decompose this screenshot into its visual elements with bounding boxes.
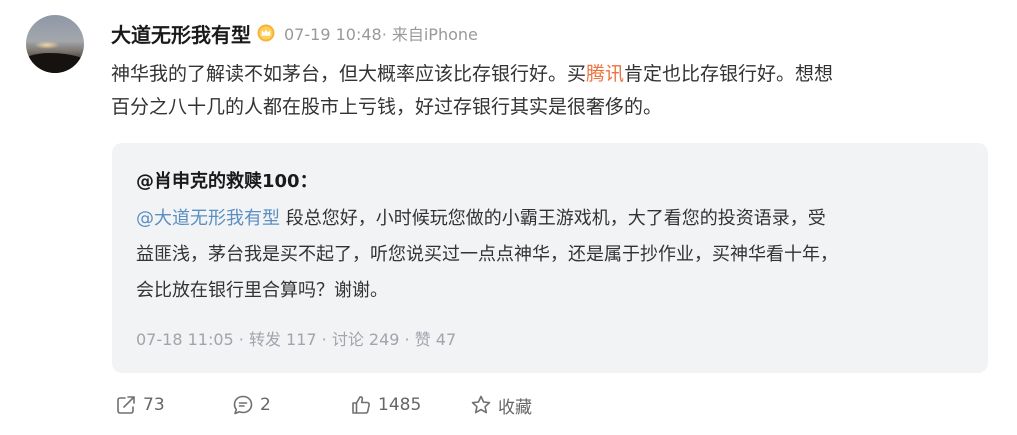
like-button[interactable]: 1485 — [350, 392, 421, 418]
username[interactable]: 大道无形我有型 — [111, 19, 251, 48]
quoted-line-2: 益匪浅，茅台我是买不起了，听您说买过一点点神华，还是属于抄作业，买神华看十年， — [136, 244, 838, 265]
topic-link[interactable]: 腾讯 — [586, 63, 624, 85]
content-text: 肯定也比存银行好。想想 — [624, 63, 834, 85]
comment-icon — [233, 395, 253, 415]
quoted-post[interactable]: @肖申克的救赎100： @大道无形我有型 段总您好，小时候玩您做的小霸王游戏机，… — [112, 143, 988, 373]
content-text: 神华我的了解读不如茅台，但大概率应该比存银行好。买 — [111, 63, 587, 85]
share-count: 73 — [143, 395, 165, 415]
avatar-sun — [34, 41, 60, 49]
comment-button[interactable]: 2 — [232, 392, 271, 418]
thumbs-up-icon — [352, 396, 370, 414]
quoted-body: @大道无形我有型 段总您好，小时候玩您做的小霸王游戏机，大了看您的投资语录，受 … — [136, 201, 976, 309]
mention-link[interactable]: @大道无形我有型 — [136, 208, 280, 229]
quoted-line-3: 会比放在银行里合算吗？谢谢。 — [136, 280, 388, 301]
post-header: 大道无形我有型 07-19 10:48· 来自iPhone — [111, 18, 478, 48]
post-content: 神华我的了解读不如茅台，但大概率应该比存银行好。买腾讯肯定也比存银行好。想想 百… — [111, 58, 991, 124]
quoted-footer: 07-18 11:05 · 转发 117 · 讨论 249 · 赞 47 — [136, 330, 457, 349]
post-meta: 07-19 10:48· 来自iPhone — [284, 25, 478, 44]
comment-count: 2 — [260, 395, 271, 415]
star-icon — [471, 395, 491, 414]
vip-crown-icon — [257, 24, 275, 42]
quoted-author[interactable]: @肖申克的救赎100： — [136, 167, 318, 193]
quoted-line-1: @大道无形我有型 段总您好，小时候玩您做的小霸王游戏机，大了看您的投资语录，受 — [136, 201, 976, 237]
share-icon — [117, 396, 135, 414]
like-count: 1485 — [378, 395, 422, 415]
avatar[interactable] — [26, 15, 84, 73]
content-line-1: 神华我的了解读不如茅台，但大概率应该比存银行好。买腾讯肯定也比存银行好。想想 — [111, 58, 991, 91]
favorite-label: 收藏 — [498, 397, 532, 418]
favorite-button[interactable]: 收藏 — [470, 392, 532, 418]
content-line-2: 百分之八十几的人都在股市上亏钱，好过存银行其实是很奢侈的。 — [111, 96, 663, 118]
avatar-ridge — [26, 53, 84, 73]
share-button[interactable]: 73 — [115, 392, 165, 418]
quoted-text: 段总您好，小时候玩您做的小霸王游戏机，大了看您的投资语录，受 — [280, 208, 826, 229]
